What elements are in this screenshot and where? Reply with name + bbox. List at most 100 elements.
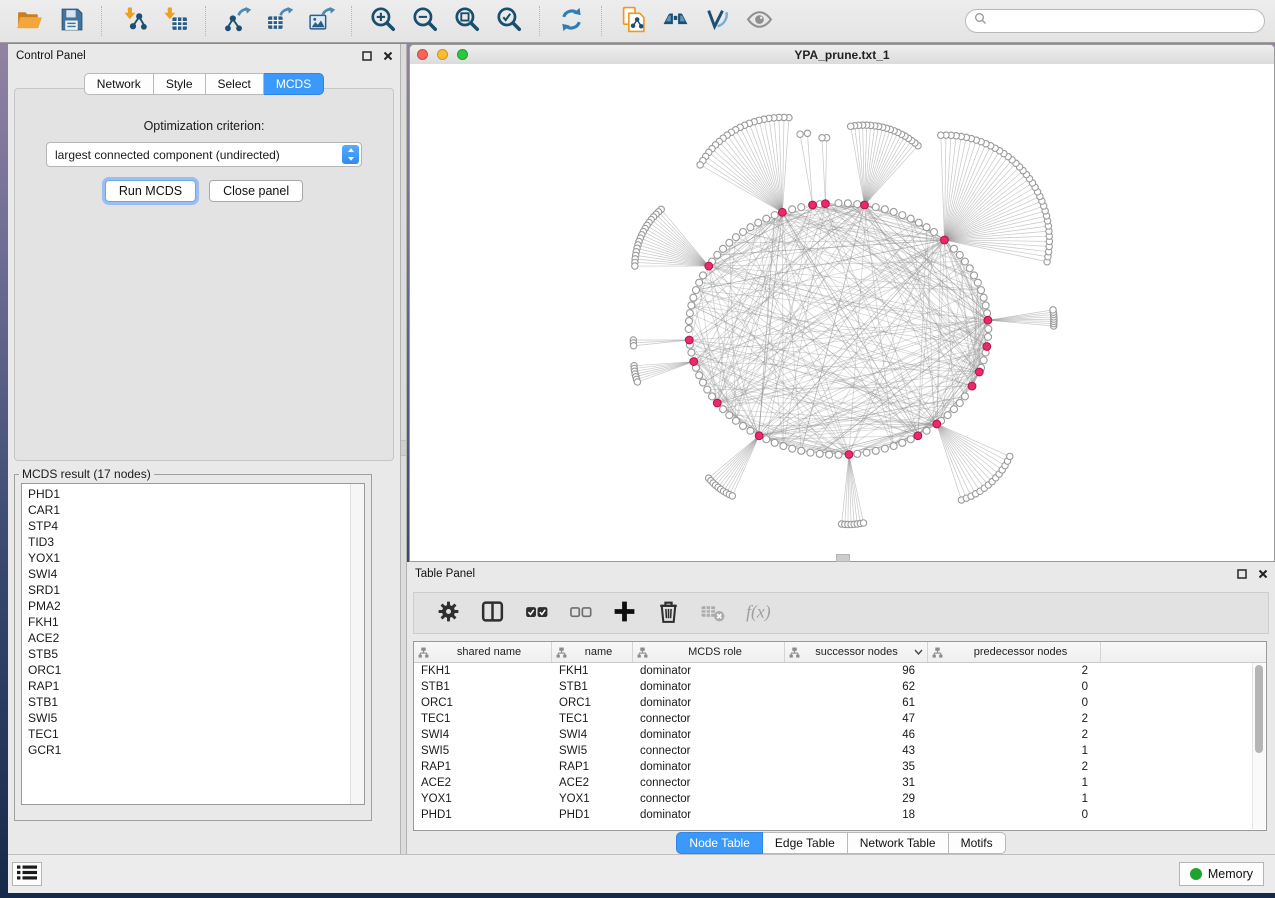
table-row[interactable]: FKH1FKH1dominator962 bbox=[414, 663, 1266, 679]
mcds-result-list[interactable]: PHD1CAR1STP4TID3YOX1SWI4SRD1PMA2FKH1ACE2… bbox=[21, 483, 365, 805]
cell-predecessor-nodes: 1 bbox=[928, 775, 1101, 791]
toolbar-separator bbox=[101, 6, 103, 36]
float-table-panel-button[interactable] bbox=[1236, 568, 1248, 580]
table-row[interactable]: PHD1PHD1dominator180 bbox=[414, 807, 1266, 823]
tab-network-table[interactable]: Network Table bbox=[848, 832, 949, 854]
export-image-button[interactable] bbox=[305, 5, 337, 37]
run-mcds-button[interactable]: Run MCDS bbox=[105, 180, 196, 202]
mcds-result-item[interactable]: PMA2 bbox=[22, 598, 364, 614]
mcds-result-item[interactable]: RAP1 bbox=[22, 678, 364, 694]
export-network-button[interactable] bbox=[221, 5, 253, 37]
tab-network[interactable]: Network bbox=[84, 73, 154, 95]
splitter-grip[interactable] bbox=[401, 440, 406, 456]
panel-splitter[interactable] bbox=[400, 44, 407, 855]
deselect-all-button[interactable] bbox=[564, 597, 596, 629]
network-titlebar[interactable]: YPA_prune.txt_1 bbox=[410, 45, 1274, 65]
mcds-result-item[interactable]: SRD1 bbox=[22, 582, 364, 598]
add-button[interactable] bbox=[608, 597, 640, 629]
mcds-result-item[interactable]: TID3 bbox=[22, 534, 364, 550]
criterion-select[interactable]: largest connected component (undirected) bbox=[46, 142, 362, 167]
close-panel-button[interactable] bbox=[382, 50, 394, 62]
table-scrollbar[interactable] bbox=[1252, 663, 1265, 829]
mcds-result-item[interactable]: STB1 bbox=[22, 694, 364, 710]
result-list-scrollbar[interactable] bbox=[350, 484, 364, 804]
mcds-result-item[interactable]: ACE2 bbox=[22, 630, 364, 646]
tab-select[interactable]: Select bbox=[206, 73, 264, 95]
save-icon bbox=[58, 6, 85, 36]
table-row[interactable]: SWI5SWI5connector431 bbox=[414, 743, 1266, 759]
tab-node-table[interactable]: Node Table bbox=[676, 832, 763, 854]
save-button[interactable] bbox=[55, 5, 87, 37]
tab-edge-table[interactable]: Edge Table bbox=[763, 832, 848, 854]
eye-button[interactable] bbox=[743, 5, 775, 37]
cell-MCDS-role: dominator bbox=[633, 759, 785, 775]
open-folder-icon bbox=[16, 6, 43, 36]
column-header-label: name bbox=[569, 646, 628, 658]
table-row[interactable]: STB1STB1dominator620 bbox=[414, 679, 1266, 695]
column-header-successor-nodes[interactable]: successor nodes bbox=[785, 642, 928, 662]
table-scrollbar-thumb[interactable] bbox=[1255, 665, 1263, 753]
cell-shared-name: RAP1 bbox=[414, 759, 552, 775]
binoculars-icon bbox=[662, 6, 689, 36]
column-header-MCDS-role[interactable]: MCDS role bbox=[633, 642, 785, 662]
toggle-details-button[interactable] bbox=[701, 5, 733, 37]
window-minimize-button[interactable] bbox=[437, 49, 448, 60]
cell-MCDS-role: dominator bbox=[633, 679, 785, 695]
table-row[interactable]: RAP1RAP1dominator352 bbox=[414, 759, 1266, 775]
delete-button[interactable] bbox=[652, 597, 684, 629]
mcds-result-item[interactable]: STB5 bbox=[22, 646, 364, 662]
window-zoom-button[interactable] bbox=[457, 49, 468, 60]
mcds-result-item[interactable]: STP4 bbox=[22, 518, 364, 534]
column-header-name[interactable]: name bbox=[552, 642, 633, 662]
mcds-result-item[interactable]: FKH1 bbox=[22, 614, 364, 630]
search-input[interactable] bbox=[992, 13, 1256, 29]
gear-button[interactable] bbox=[432, 597, 464, 629]
export-table-button[interactable] bbox=[263, 5, 295, 37]
mcds-result-item[interactable]: ORC1 bbox=[22, 662, 364, 678]
network-canvas[interactable] bbox=[410, 64, 1274, 561]
refresh-button[interactable] bbox=[555, 5, 587, 37]
select-all-button[interactable] bbox=[520, 597, 552, 629]
table-row[interactable]: YOX1YOX1connector291 bbox=[414, 791, 1266, 807]
share-document-button[interactable] bbox=[617, 5, 649, 37]
export-image-icon bbox=[308, 6, 335, 36]
cell-shared-name: STB1 bbox=[414, 679, 552, 695]
mcds-result-item[interactable]: CAR1 bbox=[22, 502, 364, 518]
task-history-button[interactable] bbox=[12, 862, 42, 886]
mcds-result-item[interactable]: PHD1 bbox=[22, 486, 364, 502]
table-row[interactable]: SWI4SWI4dominator462 bbox=[414, 727, 1266, 743]
close-table-panel-button[interactable] bbox=[1257, 568, 1269, 580]
mcds-result-item[interactable]: SWI4 bbox=[22, 566, 364, 582]
table-row[interactable]: ACE2ACE2connector311 bbox=[414, 775, 1266, 791]
mcds-result-item[interactable]: SWI5 bbox=[22, 710, 364, 726]
table-panel-title: Table Panel bbox=[415, 568, 475, 580]
open-folder-button[interactable] bbox=[13, 5, 45, 37]
zoom-selected-button[interactable] bbox=[493, 5, 525, 37]
table-row[interactable]: ORC1ORC1dominator610 bbox=[414, 695, 1266, 711]
tab-style[interactable]: Style bbox=[154, 73, 206, 95]
column-header-predecessor-nodes[interactable]: predecessor nodes bbox=[928, 642, 1101, 662]
mcds-result-item[interactable]: YOX1 bbox=[22, 550, 364, 566]
horizontal-splitter-grip[interactable] bbox=[836, 554, 850, 562]
mcds-result-item[interactable]: GCR1 bbox=[22, 742, 364, 758]
zoom-fit-button[interactable] bbox=[451, 5, 483, 37]
cell-successor-nodes: 47 bbox=[785, 711, 928, 727]
columns-button[interactable] bbox=[476, 597, 508, 629]
close-panel-button-mcds[interactable]: Close panel bbox=[209, 180, 303, 202]
zoom-out-icon bbox=[412, 6, 439, 36]
mcds-result-item[interactable]: TEC1 bbox=[22, 726, 364, 742]
float-panel-button[interactable] bbox=[361, 50, 373, 62]
table-header-row: shared name name MCDS rolesuccessor nodesp… bbox=[414, 642, 1266, 663]
column-header-shared-name[interactable]: shared name bbox=[414, 642, 552, 662]
import-network-button[interactable] bbox=[117, 5, 149, 37]
table-row[interactable]: TEC1TEC1connector472 bbox=[414, 711, 1266, 727]
import-table-button[interactable] bbox=[159, 5, 191, 37]
zoom-in-button[interactable] bbox=[367, 5, 399, 37]
memory-button[interactable]: Memory bbox=[1179, 862, 1264, 886]
window-close-button[interactable] bbox=[417, 49, 428, 60]
zoom-out-button[interactable] bbox=[409, 5, 441, 37]
binoculars-button[interactable] bbox=[659, 5, 691, 37]
tab-motifs[interactable]: Motifs bbox=[949, 832, 1006, 854]
add-icon bbox=[611, 598, 638, 628]
tab-mcds[interactable]: MCDS bbox=[264, 73, 324, 95]
